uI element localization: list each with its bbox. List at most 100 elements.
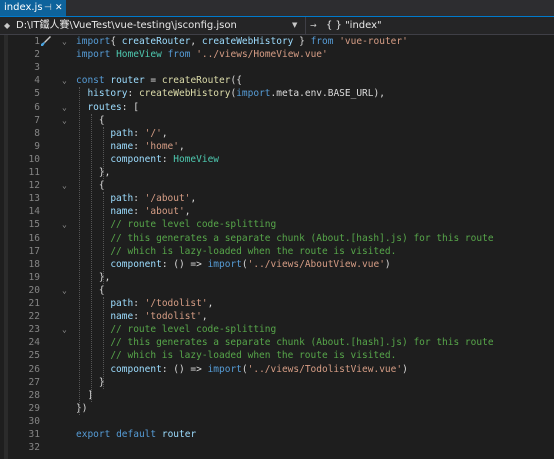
code-line[interactable]: 19 },: [0, 271, 554, 284]
line-number: 24: [28, 337, 40, 349]
pin-icon[interactable]: ⊣: [44, 0, 52, 16]
code-line[interactable]: 4 ⌄ const router = createRouter({: [0, 74, 554, 87]
code-token: :: [161, 153, 174, 165]
code-token: :: [127, 88, 139, 100]
code-token: component: [110, 258, 162, 270]
code-line[interactable]: 12 ⌄ {: [0, 179, 554, 192]
line-number: 3: [34, 62, 40, 74]
code-line[interactable]: 23 ⌄ // route level code-splitting: [0, 323, 554, 336]
code-token: // route level code-splitting: [110, 219, 277, 231]
code-token: name: [110, 206, 134, 218]
fold-toggle-icon[interactable]: ⌄: [62, 323, 71, 336]
code-line[interactable]: 16 // this generates a separate chunk (A…: [0, 232, 554, 245]
symbol-dropdown[interactable]: → { } "index": [306, 17, 554, 34]
close-icon[interactable]: ✕: [55, 0, 63, 16]
code-text: routes: [: [76, 101, 139, 114]
code-line[interactable]: 26 component: () => import('../views/Tod…: [0, 363, 554, 376]
code-line[interactable]: 17 // which is lazy-loaded when the rout…: [0, 245, 554, 258]
code-text: component: () => import('../views/Todoli…: [76, 363, 407, 376]
line-number: 5: [34, 88, 40, 100]
indent-guide: [103, 126, 104, 180]
code-token: HomeView: [116, 49, 162, 61]
arrow-right-icon: →: [310, 21, 317, 30]
indent-guide: [91, 113, 92, 402]
code-line[interactable]: 2 import HomeView from '../views/HomeView…: [0, 48, 554, 61]
code-line[interactable]: 27 }: [0, 376, 554, 389]
fold-toggle-icon[interactable]: ⌄: [62, 284, 71, 297]
code-line[interactable]: 9 name: 'home',: [0, 140, 554, 153]
code-token: import: [236, 88, 271, 100]
code-line[interactable]: 28 ]: [0, 389, 554, 402]
code-text: path: '/',: [76, 127, 167, 140]
code-editor[interactable]: 1 ⌄ import{ createRouter, createWebHistory…: [0, 35, 554, 459]
code-line[interactable]: 8 path: '/',: [0, 127, 554, 140]
code-line[interactable]: 30: [0, 415, 554, 428]
code-token: .meta.env.BASE_URL),: [270, 88, 385, 100]
code-line[interactable]: 29}): [0, 402, 554, 415]
code-line[interactable]: 3: [0, 61, 554, 74]
fold-toggle-icon[interactable]: ⌄: [62, 218, 71, 231]
code-token: 'todolist': [144, 311, 202, 323]
line-number: 11: [28, 167, 40, 178]
code-line[interactable]: 7 ⌄ {: [0, 114, 554, 127]
fold-toggle-icon[interactable]: ⌄: [62, 179, 71, 192]
fold-toggle-icon[interactable]: ⌄: [62, 114, 71, 127]
code-token: createWebHistory: [201, 36, 294, 47]
line-number: 31: [28, 429, 40, 440]
code-line[interactable]: 5 history: createWebHistory(import.meta.…: [0, 87, 554, 100]
code-line[interactable]: 14 name: 'about',: [0, 205, 554, 218]
code-token: '../views/AboutView.vue': [247, 258, 385, 270]
code-token: :: [133, 298, 145, 309]
tab-index-js[interactable]: index.js ⊣ ✕: [0, 0, 66, 16]
code-line[interactable]: 13 path: '/about',: [0, 192, 554, 205]
code-line[interactable]: 18 component: () => import('../views/Abo…: [0, 258, 554, 271]
code-token: :: [133, 311, 145, 323]
code-line[interactable]: 15 ⌄ // route level code-splitting: [0, 218, 554, 231]
line-number: 2: [34, 49, 40, 61]
code-line[interactable]: 22 name: 'todolist',: [0, 310, 554, 323]
project-dropdown[interactable]: ◆ D:\IT鐵人賽\VueTest\vue-testing\jsconfig.…: [0, 17, 306, 34]
code-line[interactable]: 24 // this generates a separate chunk (A…: [0, 336, 554, 349]
code-line[interactable]: 11 },: [0, 166, 554, 179]
code-line[interactable]: 20 ⌄ {: [0, 284, 554, 297]
fold-toggle-icon[interactable]: ⌄: [62, 101, 71, 114]
fold-toggle-icon[interactable]: ⌄: [62, 74, 71, 87]
code-text: // this generates a separate chunk (Abou…: [76, 336, 493, 349]
code-text: name: 'about',: [76, 205, 190, 218]
code-line[interactable]: 25 // which is lazy-loaded when the rout…: [0, 349, 554, 362]
code-token: // route level code-splitting: [110, 324, 277, 336]
code-token: '/about': [144, 193, 191, 205]
code-token: createRouter: [161, 75, 231, 87]
code-text: name: 'home',: [76, 140, 184, 153]
code-line[interactable]: 1 ⌄ import{ createRouter, createWebHistory…: [0, 35, 554, 48]
code-token: createRouter: [121, 36, 191, 47]
code-line[interactable]: 32: [0, 441, 554, 454]
code-token: :: [133, 193, 145, 205]
tab-bar: index.js ⊣ ✕: [0, 0, 554, 17]
vertical-scrollbar[interactable]: [548, 35, 554, 459]
code-line[interactable]: 21 path: '/todolist',: [0, 297, 554, 310]
indent-guide: [79, 87, 80, 415]
code-line[interactable]: 10 component: HomeView: [0, 153, 554, 166]
code-text: name: 'todolist',: [76, 310, 207, 323]
code-text: history: createWebHistory(import.meta.en…: [76, 87, 385, 100]
code-token: import: [207, 363, 242, 375]
code-text: // this generates a separate chunk (Abou…: [76, 232, 493, 245]
code-line[interactable]: 31 export default router: [0, 428, 554, 441]
code-line[interactable]: 6 ⌄ routes: [: [0, 101, 554, 114]
code-text: component: HomeView: [76, 153, 219, 166]
code-text: path: '/about',: [76, 192, 196, 205]
chevron-down-icon[interactable]: ▼: [292, 17, 297, 34]
code-token: '/': [144, 127, 162, 139]
code-token: }: [293, 36, 311, 47]
code-token: from: [167, 49, 191, 61]
fold-toggle-icon[interactable]: ⌄: [62, 35, 71, 48]
